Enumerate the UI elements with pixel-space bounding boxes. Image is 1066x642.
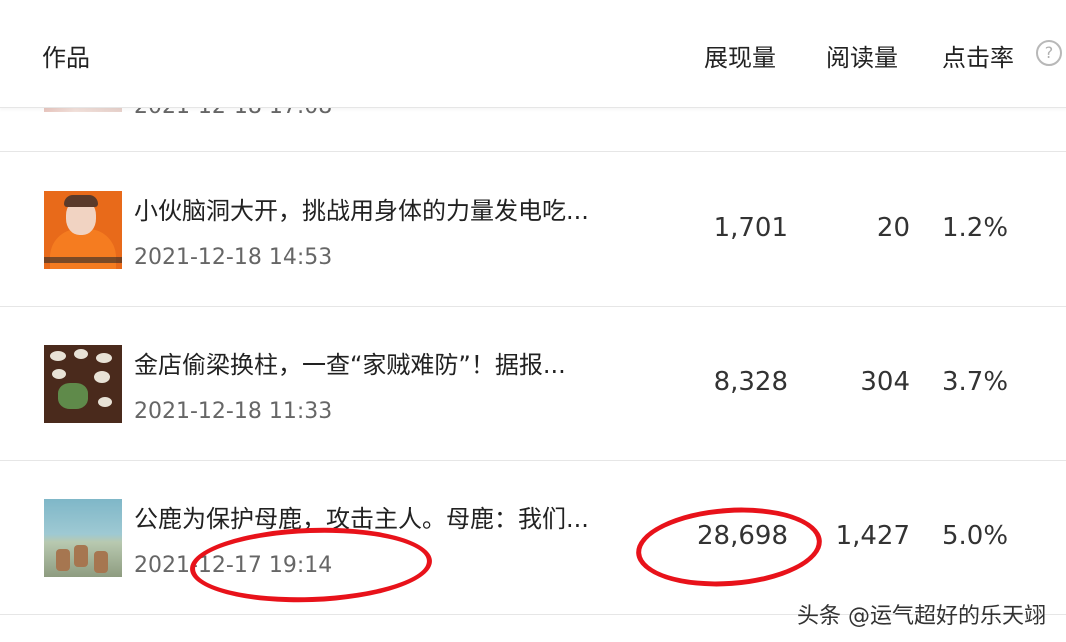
column-header-reads[interactable]: 阅读量 [826,38,898,73]
ctr-value: 5.0% [942,521,1009,551]
table-row[interactable]: 金店偷梁换柱，一查“家贼难防”！据报... 2021-12-18 11:33 8… [0,307,1066,461]
article-title[interactable]: 金店偷梁换柱，一查“家贼难防”！据报... [134,345,566,380]
article-thumbnail[interactable] [44,345,122,423]
article-thumbnail[interactable] [44,191,122,269]
table-row[interactable]: 公鹿为保护母鹿，攻击主人。母鹿：我们... 2021-12-17 19:14 2… [0,461,1066,615]
column-header-work: 作品 [42,44,90,72]
table-header: 作品 展现量 阅读量 点击率 ? [0,0,1066,108]
publish-date: 2021-12-18 14:53 [134,245,333,270]
article-stats-page: 2021-12-18 17:08 作品 展现量 阅读量 点击率 ? 小伙脑洞大开… [0,0,1066,642]
impressions-value: 1,701 [713,213,788,243]
ctr-value: 1.2% [942,213,1009,243]
column-header-ctr[interactable]: 点击率 [942,38,1014,73]
help-icon[interactable]: ? [1036,40,1062,66]
publish-date: 2021-12-18 11:33 [134,399,333,424]
watermark: 头条 @运气超好的乐天翊 [797,604,1046,629]
column-header-impressions[interactable]: 展现量 [704,38,776,73]
reads-value: 1,427 [835,521,910,551]
impressions-value: 8,328 [713,367,788,397]
reads-value: 304 [860,367,910,397]
article-thumbnail[interactable] [44,499,122,577]
reads-value: 20 [876,213,910,243]
article-title[interactable]: 小伙脑洞大开，挑战用身体的力量发电吃... [134,191,589,226]
table-row[interactable]: 小伙脑洞大开，挑战用身体的力量发电吃... 2021-12-18 14:53 1… [0,153,1066,307]
ctr-value: 3.7% [942,367,1009,397]
